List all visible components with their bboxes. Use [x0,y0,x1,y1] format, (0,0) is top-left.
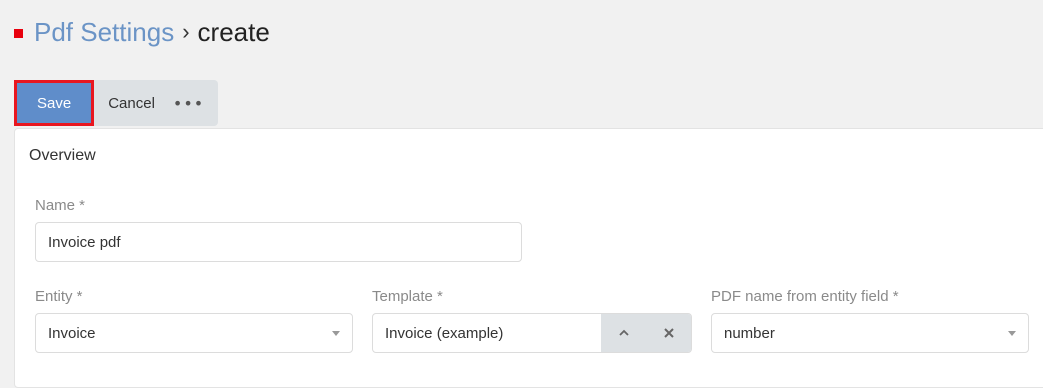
cancel-button[interactable]: Cancel [94,83,167,123]
action-toolbar: Save Cancel ••• [14,80,219,126]
caret-down-icon [332,331,340,336]
header-marker [14,28,23,38]
entity-value: Invoice [48,324,96,342]
template-value: Invoice (example) [385,324,504,342]
close-icon [663,328,674,338]
pdf-name-select[interactable]: number [711,313,1029,353]
save-button-highlight: Save [14,80,95,126]
overview-panel: Overview Name * Invoice pdf Entity * Inv… [14,128,1043,388]
template-actions [601,314,691,352]
breadcrumb-separator: › [182,19,190,44]
pdf-name-label: PDF name from entity field * [711,288,899,305]
breadcrumb: Pdf Settings › create [14,14,270,50]
name-value: Invoice pdf [48,233,121,251]
caret-down-icon [1008,331,1016,336]
breadcrumb-link-pdf-settings[interactable]: Pdf Settings [34,14,174,50]
name-field[interactable]: Invoice pdf [35,222,522,262]
template-label: Template * [372,288,443,305]
panel-title: Overview [29,147,96,164]
breadcrumb-current: create [197,17,270,47]
entity-label: Entity * [35,288,83,305]
entity-select[interactable]: Invoice [35,313,353,353]
save-button[interactable]: Save [17,83,92,123]
template-clear-button[interactable] [646,314,691,352]
name-label: Name * [35,197,86,214]
pdf-name-value: number [724,324,775,342]
chevron-up-icon [618,329,629,336]
template-select-button[interactable] [601,314,646,352]
secondary-button-group: Cancel ••• [94,80,219,126]
more-actions-button[interactable]: ••• [167,83,218,123]
template-field[interactable]: Invoice (example) [372,313,692,353]
